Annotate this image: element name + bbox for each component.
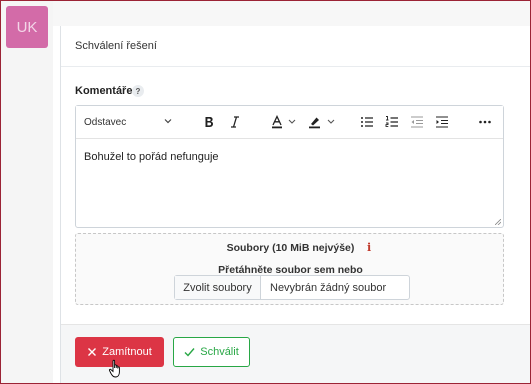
comment-label: Komentáře [75, 85, 133, 97]
file-dropzone[interactable]: Soubory (10 MiB nejvýše) i Přetáhněte so… [75, 233, 504, 305]
more-button[interactable] [476, 112, 494, 132]
highlight-button[interactable] [305, 112, 341, 132]
indent-button[interactable] [434, 112, 450, 132]
outdent-button[interactable] [409, 112, 425, 132]
hand-cursor-icon [108, 359, 120, 378]
top-spacer [53, 1, 530, 26]
paragraph-format-select[interactable]: Odstavec [84, 113, 176, 132]
check-icon [184, 348, 195, 357]
left-sidebar: UK [1, 1, 53, 383]
comment-editor: Odstavec Bohužel to pořád nefunguje [75, 105, 504, 228]
numbered-list-button[interactable] [384, 112, 400, 132]
x-icon [88, 348, 97, 356]
bulleted-list-button[interactable] [359, 112, 375, 132]
approve-button[interactable]: Schválit [173, 337, 250, 367]
approval-card: Schválení řešení Komentáře ? Odstavec Bo… [60, 26, 531, 384]
card-footer: Zamítnout Schválit [61, 324, 531, 384]
indent-icon [436, 116, 448, 128]
file-input[interactable]: Zvolit soubory Nevybrán žádný soubor [174, 275, 410, 300]
card-title: Schválení řešení [75, 40, 157, 52]
highlight-icon [309, 117, 335, 129]
avatar-initials: UK [16, 18, 38, 36]
resize-handle-icon[interactable] [495, 219, 501, 225]
attachments-title: Soubory (10 MiB nejvýše) [226, 242, 355, 254]
no-file-label: Nevybrán žádný soubor [270, 281, 387, 294]
paragraph-format-value: Odstavec [84, 117, 127, 128]
more-icon [479, 120, 491, 124]
approve-label: Schválit [200, 346, 239, 358]
choose-files-button[interactable]: Zvolit soubory [175, 276, 261, 299]
help-badge-text: ? [135, 86, 141, 96]
font-color-button[interactable] [268, 112, 302, 132]
outdent-icon [411, 116, 423, 128]
reject-label: Zamítnout [102, 346, 152, 358]
italic-button[interactable] [226, 112, 244, 132]
numbered-list-icon [385, 116, 398, 127]
chevron-down-icon [164, 119, 172, 124]
editor-toolbar: Odstavec [76, 106, 503, 139]
card-header: Schválení řešení [61, 26, 531, 67]
italic-icon [231, 116, 239, 128]
bold-button[interactable] [200, 112, 218, 132]
comment-text[interactable]: Bohužel to pořád nefunguje [84, 151, 219, 163]
bulleted-list-icon [361, 117, 373, 127]
font-color-icon [272, 115, 296, 129]
bold-icon [205, 117, 213, 127]
help-badge[interactable]: ? [132, 85, 144, 97]
avatar[interactable]: UK [6, 6, 48, 48]
info-icon[interactable]: i [367, 241, 371, 254]
